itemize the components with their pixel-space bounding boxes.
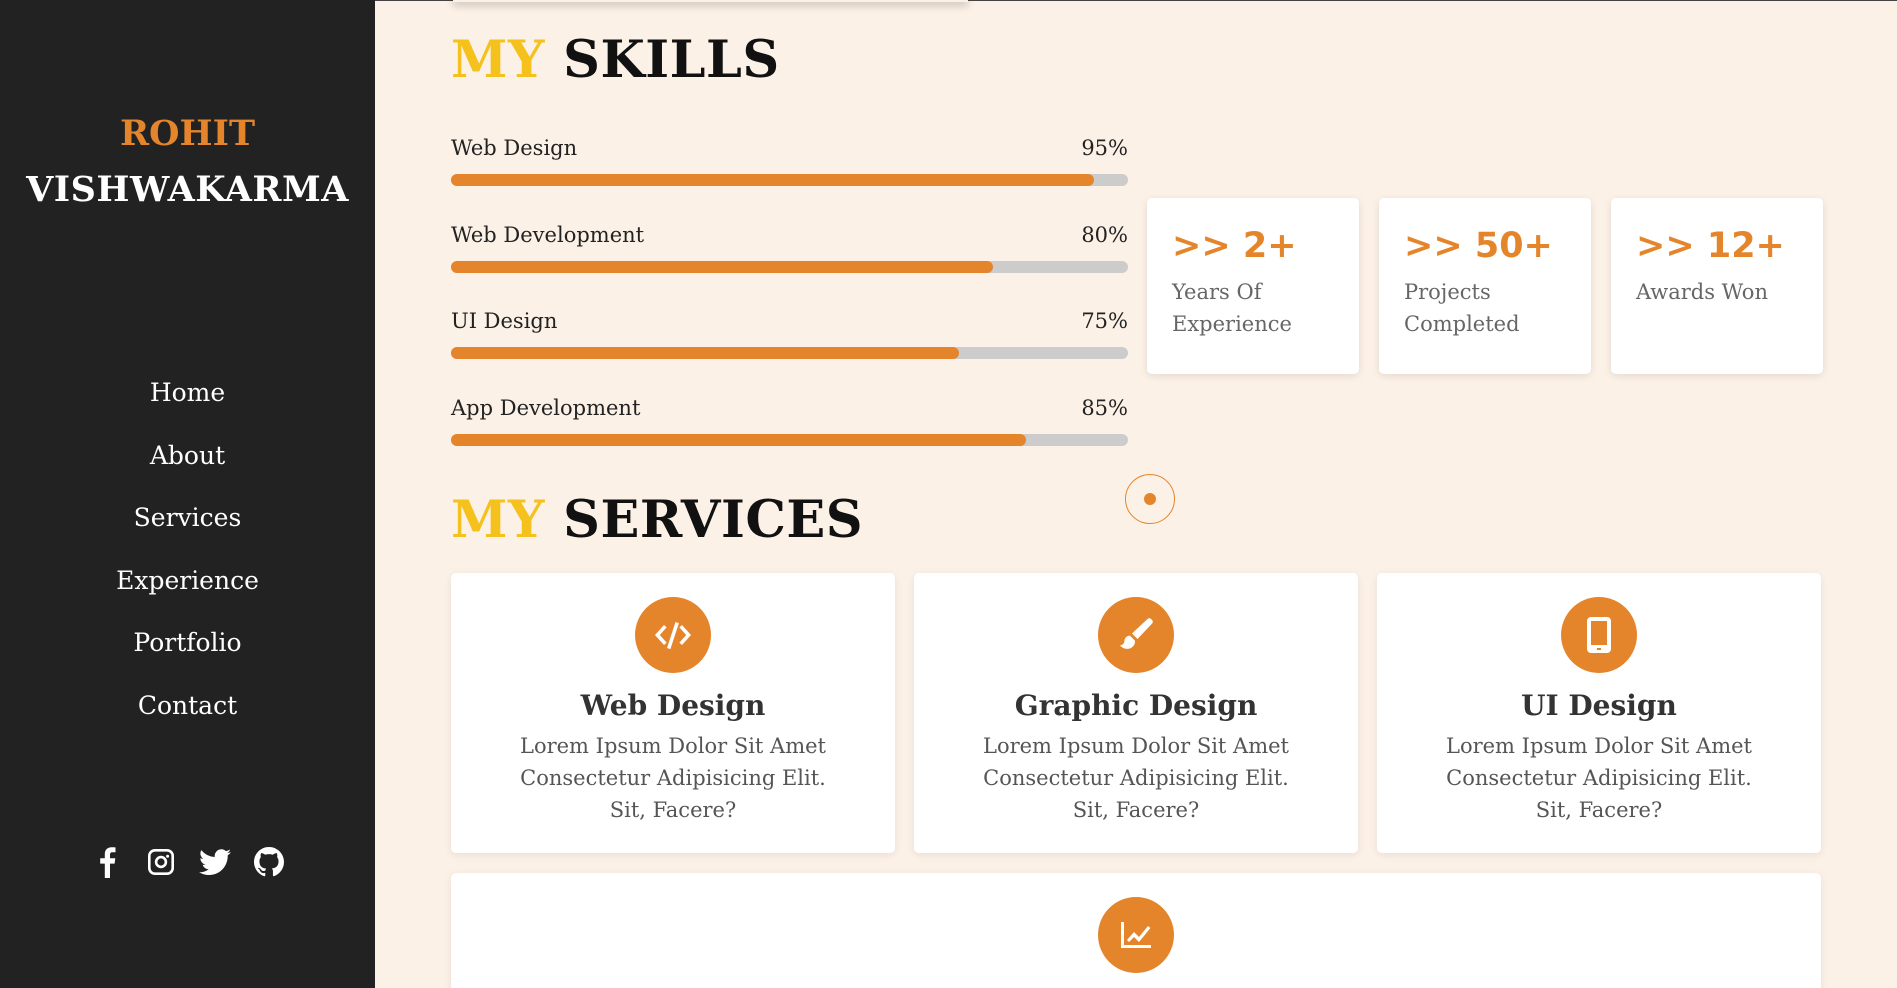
skill-label: Web Development xyxy=(451,223,645,247)
services-title-accent: MY xyxy=(451,490,545,550)
stat-label: Awards Won xyxy=(1636,276,1798,308)
skill-percent: 75% xyxy=(1081,309,1128,333)
instagram-icon[interactable] xyxy=(145,846,177,878)
skill-label: Web Design xyxy=(451,136,578,160)
stat-label-line: Experience xyxy=(1172,312,1292,336)
scroll-indicator-dot xyxy=(1144,493,1156,505)
stat-value: >> 2+ xyxy=(1172,226,1297,266)
skill-item: Web Development 80% xyxy=(451,223,1128,273)
code-icon xyxy=(635,597,711,673)
service-title: Web Design xyxy=(580,689,766,722)
skill-progress-fill xyxy=(451,347,959,359)
chart-line-icon xyxy=(1098,897,1174,973)
brush-icon xyxy=(1098,597,1174,673)
skill-progress-track xyxy=(451,434,1128,446)
nav-item-experience[interactable]: Experience xyxy=(116,550,259,613)
skills-title-accent: MY xyxy=(451,30,545,90)
stat-label-line: Completed xyxy=(1404,312,1520,336)
skill-progress-track xyxy=(451,174,1128,186)
main-nav: Home About Services Experience Portfolio… xyxy=(116,362,259,737)
stat-value: >> 12+ xyxy=(1636,226,1785,266)
stat-value: >> 50+ xyxy=(1404,226,1553,266)
brand-last-name: VISHWAKARMA xyxy=(26,169,349,210)
service-card-marketing[interactable] xyxy=(451,873,1821,988)
social-links xyxy=(0,846,375,878)
brand-first-name: ROHIT xyxy=(119,113,256,154)
skill-progress-track xyxy=(451,261,1128,273)
service-description: Lorem Ipsum Dolor Sit Amet Consectetur A… xyxy=(1446,734,1752,822)
service-card-ui-design[interactable]: UI Design Lorem Ipsum Dolor Sit Amet Con… xyxy=(1377,573,1821,853)
brand-logo[interactable]: ROHIT VISHWAKARMA xyxy=(26,106,349,218)
skill-percent: 95% xyxy=(1081,136,1128,160)
sidebar: ROHIT VISHWAKARMA Home About Services Ex… xyxy=(0,0,375,988)
scroll-indicator[interactable] xyxy=(1125,474,1175,524)
stat-label-line: Years Of xyxy=(1172,280,1262,304)
skill-item: UI Design 75% xyxy=(451,309,1128,359)
service-description: Lorem Ipsum Dolor Sit Amet Consectetur A… xyxy=(520,734,826,822)
stat-card-experience: >> 2+ Years Of Experience xyxy=(1147,198,1359,374)
skill-progress-fill xyxy=(451,434,1027,446)
nav-item-services[interactable]: Services xyxy=(134,487,242,550)
service-title: Graphic Design xyxy=(1014,689,1258,722)
skill-percent: 85% xyxy=(1081,396,1128,420)
stat-label: Projects Completed xyxy=(1404,276,1566,340)
skills-title-rest: SKILLS xyxy=(563,30,780,90)
skill-progress-track xyxy=(451,347,1128,359)
stat-label: Years Of Experience xyxy=(1172,276,1334,340)
services-title-rest: SERVICES xyxy=(563,490,864,550)
mobile-icon xyxy=(1561,597,1637,673)
skill-progress-fill xyxy=(451,174,1095,186)
service-card-graphic-design[interactable]: Graphic Design Lorem Ipsum Dolor Sit Ame… xyxy=(914,573,1358,853)
service-title: UI Design xyxy=(1521,689,1677,722)
nav-item-home[interactable]: Home xyxy=(150,362,225,425)
service-description: Lorem Ipsum Dolor Sit Amet Consectetur A… xyxy=(983,734,1289,822)
skill-progress-fill xyxy=(451,261,993,273)
services-title: MY SERVICES xyxy=(451,490,863,550)
skill-percent: 80% xyxy=(1081,223,1128,247)
skill-item: Web Design 95% xyxy=(451,136,1128,186)
main-content: MY SKILLS Web Design 95% Web Development… xyxy=(375,0,1897,988)
skills-title: MY SKILLS xyxy=(451,30,780,90)
stat-label-line: Awards Won xyxy=(1636,280,1768,304)
service-card-web-design[interactable]: Web Design Lorem Ipsum Dolor Sit Amet Co… xyxy=(451,573,895,853)
github-icon[interactable] xyxy=(253,846,285,878)
previous-section-edge xyxy=(453,0,968,2)
skill-item: App Development 85% xyxy=(451,396,1128,446)
nav-item-about[interactable]: About xyxy=(150,425,225,488)
nav-item-contact[interactable]: Contact xyxy=(138,675,237,738)
skill-label: App Development xyxy=(451,396,641,420)
twitter-icon[interactable] xyxy=(198,846,231,878)
stat-card-projects: >> 50+ Projects Completed xyxy=(1379,198,1591,374)
stat-card-awards: >> 12+ Awards Won xyxy=(1611,198,1823,374)
facebook-icon[interactable] xyxy=(91,846,123,878)
stat-label-line: Projects xyxy=(1404,280,1491,304)
skill-label: UI Design xyxy=(451,309,558,333)
nav-item-portfolio[interactable]: Portfolio xyxy=(133,612,241,675)
